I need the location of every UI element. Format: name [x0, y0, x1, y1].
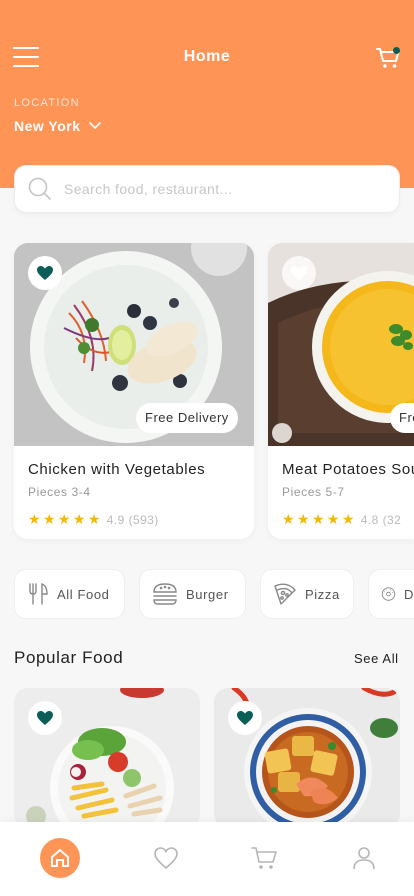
- popular-food-card[interactable]: [14, 688, 200, 828]
- category-all-food[interactable]: All Food: [14, 569, 125, 619]
- food-pieces: Pieces 3-4: [28, 485, 91, 499]
- free-delivery-badge: Free Delivery: [390, 403, 414, 433]
- donut-icon: [381, 587, 396, 601]
- category-label: Burger: [186, 586, 229, 602]
- home-icon: [51, 849, 69, 867]
- pizza-icon: [274, 583, 296, 605]
- bottom-nav: [0, 822, 414, 896]
- category-label: Pizza: [305, 586, 340, 602]
- popular-food-card[interactable]: [214, 688, 400, 828]
- star-icon: ★: [87, 511, 101, 527]
- food-name: Meat Potatoes Soup: [282, 461, 414, 478]
- category-more[interactable]: D: [368, 569, 414, 619]
- cart-icon[interactable]: [376, 46, 402, 70]
- header-background: [0, 0, 414, 188]
- favorite-button[interactable]: [282, 256, 316, 290]
- section-title-popular: Popular Food: [14, 648, 124, 667]
- review-count: (593): [128, 512, 159, 527]
- cart-badge-dot: [393, 47, 400, 54]
- nav-favorites[interactable]: [146, 838, 186, 878]
- see-all-link[interactable]: See All: [354, 651, 399, 666]
- star-icon: ★: [341, 511, 355, 527]
- nav-profile[interactable]: [344, 838, 384, 878]
- location-label: LOCATION: [14, 97, 80, 109]
- page-title: Home: [183, 48, 231, 65]
- food-pieces: Pieces 5-7: [282, 485, 345, 499]
- location-value: New York: [14, 118, 81, 134]
- featured-food-card[interactable]: Free Delivery Meat Potatoes Soup Pieces …: [268, 243, 414, 539]
- chevron-down-icon: [88, 122, 101, 130]
- category-label: All Food: [57, 586, 110, 602]
- heart-icon: [154, 847, 178, 870]
- heart-icon: [237, 711, 253, 725]
- food-image: Free Delivery: [14, 243, 254, 446]
- food-image: Free Delivery: [268, 243, 414, 446]
- heart-icon: [37, 711, 53, 725]
- nav-cart[interactable]: [245, 838, 285, 878]
- star-icon: ★: [311, 511, 325, 527]
- heart-icon: [291, 266, 307, 280]
- star-icon: ★: [72, 511, 86, 527]
- category-label: D: [404, 586, 414, 602]
- review-count: (32: [382, 512, 402, 527]
- rating-value: 4.9: [106, 512, 125, 527]
- star-icon: ★: [42, 511, 56, 527]
- user-icon: [353, 847, 375, 870]
- star-icon: ★: [282, 511, 295, 527]
- search-bar[interactable]: [14, 165, 400, 213]
- food-rating: ★ ★ ★ ★ ★ 4.9 (593): [28, 511, 159, 528]
- star-icon: ★: [326, 511, 340, 527]
- food-rating: ★ ★ ★ ★ ★ 4.8 (32: [282, 511, 401, 528]
- rating-value: 4.8: [360, 512, 379, 527]
- heart-icon: [37, 266, 53, 280]
- featured-food-card[interactable]: Free Delivery Chicken with Vegetables Pi…: [14, 243, 254, 539]
- food-name: Chicken with Vegetables: [28, 461, 206, 478]
- category-burger[interactable]: Burger: [139, 569, 246, 619]
- search-input[interactable]: [64, 181, 364, 197]
- category-pizza[interactable]: Pizza: [260, 569, 354, 619]
- favorite-button[interactable]: [228, 701, 262, 735]
- fork-knife-icon: [29, 582, 48, 605]
- favorite-button[interactable]: [28, 256, 62, 290]
- cart-icon: [251, 847, 277, 869]
- star-icon: ★: [296, 511, 310, 527]
- free-delivery-badge: Free Delivery: [136, 403, 238, 433]
- favorite-button[interactable]: [28, 701, 62, 735]
- star-icon: ★: [57, 511, 71, 527]
- search-icon: [28, 177, 51, 200]
- location-selector[interactable]: New York: [14, 118, 101, 134]
- nav-home[interactable]: [40, 838, 80, 878]
- burger-icon: [153, 583, 177, 605]
- star-icon: ★: [28, 511, 41, 527]
